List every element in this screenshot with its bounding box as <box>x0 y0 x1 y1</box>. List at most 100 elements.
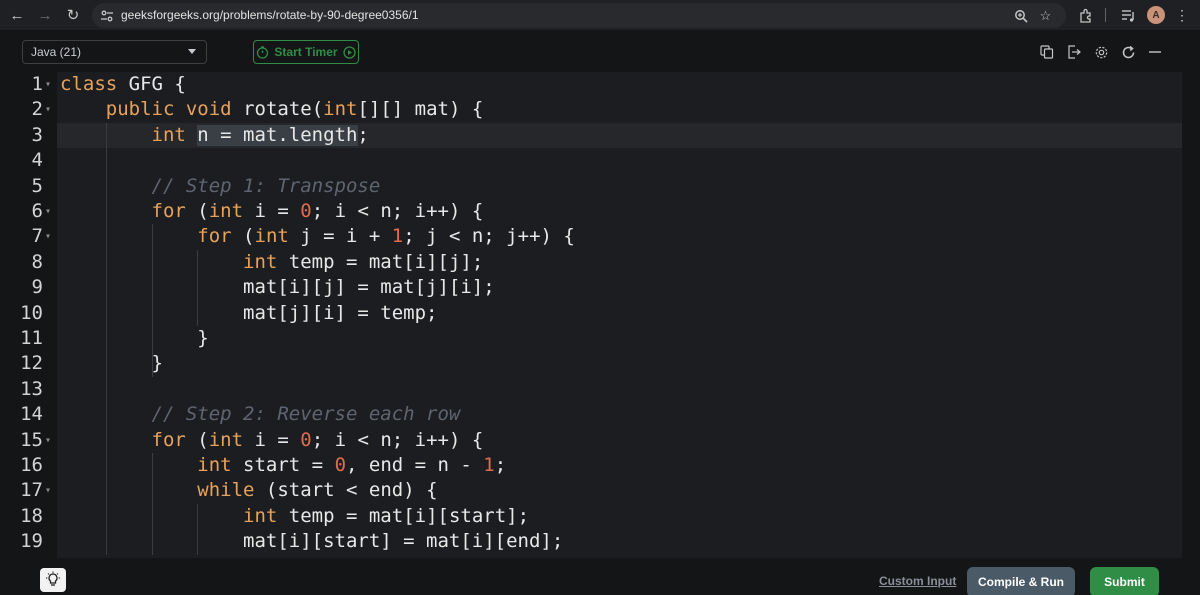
code-text: } <box>60 352 163 375</box>
code-line: int n = mat.length; <box>60 123 369 148</box>
fold-arrow-icon[interactable]: ▾ <box>45 430 51 452</box>
line-number: 3 <box>31 123 43 146</box>
code-text: start = <box>231 454 335 476</box>
address-bar[interactable]: geeksforgeeks.org/problems/rotate-by-90-… <box>92 3 1066 28</box>
url-text: geeksforgeeks.org/problems/rotate-by-90-… <box>121 8 419 22</box>
code-number: 1 <box>391 225 404 248</box>
code-text: ; i < n; i++) { <box>311 200 484 222</box>
code-line: for (int i = 0; i < n; i++) { <box>60 199 484 224</box>
code-keyword: for <box>151 200 186 222</box>
forward-arrow-icon[interactable]: → <box>34 4 56 26</box>
play-circle-icon <box>342 45 356 59</box>
line-number: 15 <box>20 428 43 451</box>
code-editor[interactable]: 1 ▾ class GFG {2 ▾ public void rotate(int[]… <box>0 72 1200 558</box>
code-number: 0 <box>334 454 347 476</box>
code-keyword: int <box>208 200 244 222</box>
code-text: GFG { <box>117 73 186 95</box>
line-number: 4 <box>31 149 43 172</box>
code-text: ( <box>231 225 255 248</box>
site-info-icon[interactable] <box>98 7 115 24</box>
editor-toolbar: Java (21) Start Timer <box>0 30 1200 72</box>
bookmark-star-icon[interactable]: ☆ <box>1037 7 1054 24</box>
custom-input-link[interactable]: Custom Input <box>879 574 956 588</box>
media-queue-icon[interactable] <box>1118 5 1138 25</box>
code-line: // Step 1: Transpose <box>60 174 381 199</box>
line-number: 12 <box>20 352 43 375</box>
code-line: int temp = mat[i][j]; <box>60 250 483 275</box>
code-keyword: int <box>323 98 358 121</box>
code-line: // Step 2: Reverse each row <box>60 402 461 427</box>
line-number: 14 <box>20 403 43 426</box>
fold-arrow-icon[interactable]: ▾ <box>45 480 51 502</box>
code-text: mat[i][start] = mat[i][end]; <box>60 530 564 553</box>
line-number: 9 <box>31 276 43 299</box>
fold-arrow-icon[interactable]: ▾ <box>45 201 51 223</box>
line-number: 19 <box>20 530 43 553</box>
line-number: 7 <box>31 225 43 248</box>
line-number: 17 <box>20 479 43 502</box>
code-keyword: public <box>105 98 175 121</box>
code-keyword: int <box>197 454 232 476</box>
line-number: 2 <box>31 98 43 121</box>
extensions-icon[interactable] <box>1076 5 1096 25</box>
line-number: 13 <box>20 377 43 400</box>
fold-arrow-icon[interactable]: ▾ <box>45 74 51 96</box>
start-timer-button[interactable]: Start Timer <box>253 40 359 64</box>
code-text: temp = mat[i][start]; <box>277 504 530 527</box>
code-keyword: class <box>60 73 118 95</box>
export-icon[interactable] <box>1065 43 1083 61</box>
browser-toolbar: ← → ↻ geeksforgeeks.org/problems/rotate-… <box>0 0 1200 30</box>
fold-arrow-icon[interactable]: ▾ <box>45 99 51 121</box>
chevron-down-icon <box>188 49 196 54</box>
language-label: Java (21) <box>31 45 82 59</box>
code-line: } <box>60 326 209 351</box>
code-text: rotate( <box>231 98 324 121</box>
code-number: 1 <box>483 454 495 476</box>
language-select[interactable]: Java (21) <box>22 40 207 64</box>
copy-icon[interactable] <box>1038 43 1056 61</box>
code-line: mat[i][start] = mat[i][end]; <box>60 529 563 554</box>
start-timer-label: Start Timer <box>274 45 338 59</box>
profile-avatar[interactable]: A <box>1147 6 1165 24</box>
reload-icon[interactable]: ↻ <box>62 4 84 26</box>
code-line: while (start < end) { <box>60 478 437 503</box>
code-line: for (int j = i + 1; j < n; j++) { <box>60 224 575 249</box>
code-text: } <box>60 327 209 349</box>
code-text: i = <box>243 428 301 451</box>
code-line: int temp = mat[i][start]; <box>60 504 529 529</box>
line-number: 11 <box>20 327 43 349</box>
code-number: 0 <box>300 428 312 451</box>
line-number: 5 <box>31 174 43 197</box>
code-line: public void rotate(int[][] mat) { <box>60 97 484 122</box>
back-arrow-icon[interactable]: ← <box>6 4 28 26</box>
fold-arrow-icon[interactable]: ▾ <box>45 226 51 248</box>
gear-icon[interactable] <box>1092 43 1110 61</box>
code-text: [][] mat) { <box>357 98 484 121</box>
code-keyword: int <box>243 250 278 273</box>
browser-menu-icon[interactable]: ⋮ <box>1172 5 1192 25</box>
reset-icon[interactable] <box>1119 43 1137 61</box>
minimize-icon[interactable] <box>1146 43 1164 61</box>
code-text: mat[j][i] = temp; <box>60 301 438 324</box>
line-number: 6 <box>31 200 43 222</box>
code-keyword: void <box>185 98 232 121</box>
code-keyword: while <box>197 479 255 502</box>
compile-run-button[interactable]: Compile & Run <box>967 567 1075 595</box>
line-number: 18 <box>20 504 43 527</box>
zoom-icon[interactable] <box>1012 7 1029 24</box>
editor-scrollbar[interactable] <box>1182 72 1200 558</box>
line-number: 1 <box>31 73 43 95</box>
code-number: 0 <box>300 200 312 222</box>
lightbulb-icon[interactable] <box>40 568 66 592</box>
code-keyword: int <box>243 504 278 527</box>
submit-button[interactable]: Submit <box>1090 567 1159 595</box>
line-number: 10 <box>20 301 43 324</box>
